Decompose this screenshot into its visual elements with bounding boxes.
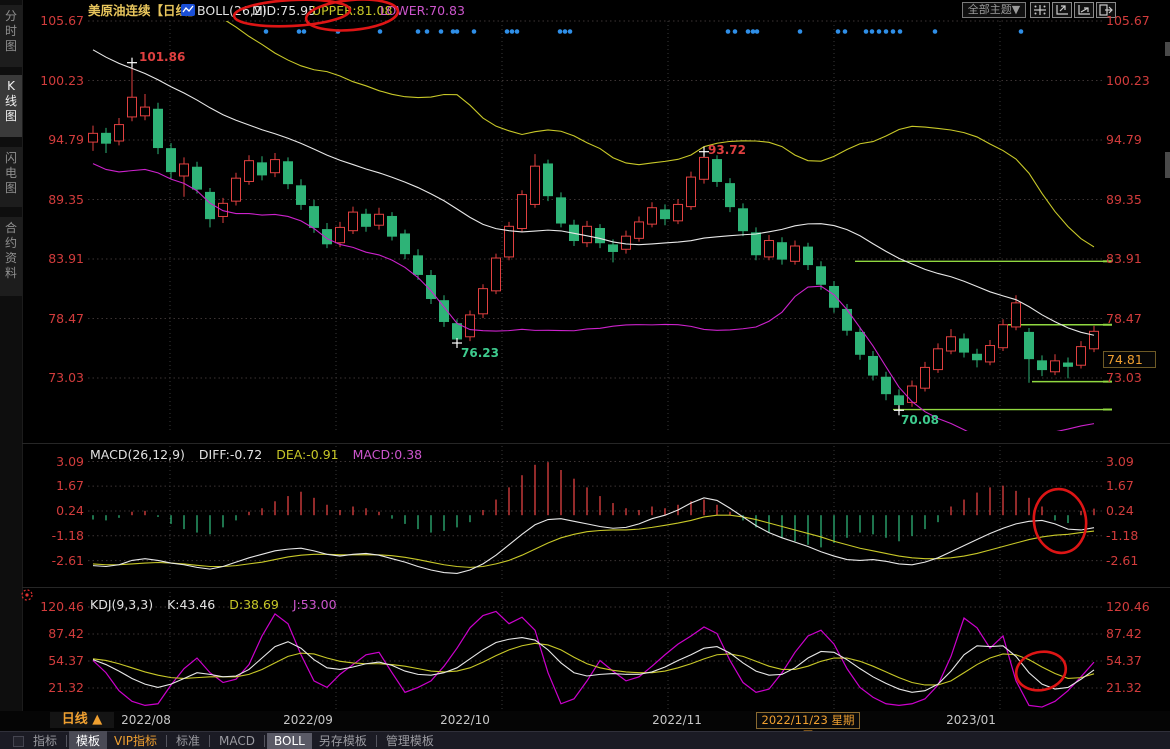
toolbar-tab-indicators[interactable]: 指标 xyxy=(26,731,64,749)
kdj-title[interactable]: KDJ(9,3,3) xyxy=(90,597,153,612)
low-price-label: 70.08 xyxy=(901,413,939,427)
macd-axis-label: -1.18 xyxy=(28,528,84,544)
kdj-header: KDJ(9,3,3) K:43.46 D:38.69 J:53.00 xyxy=(90,597,347,612)
price-axis-label: 94.79 xyxy=(1106,132,1142,148)
theme-dropdown-button[interactable]: 全部主题▼ xyxy=(962,2,1026,18)
period-dropdown-button[interactable]: 日线 ▲ xyxy=(50,712,114,728)
macd-axis-label: 3.09 xyxy=(1106,454,1134,470)
kdj-axis-label: 21.32 xyxy=(1106,680,1142,696)
macd-axis-label: -1.18 xyxy=(1106,528,1138,544)
price-axis-label: 78.47 xyxy=(1106,311,1142,327)
toolbar-tab-templates[interactable]: 模板 xyxy=(69,731,107,749)
sidebar-tab-flash-chart[interactable]: 闪电图 xyxy=(0,147,22,207)
macd-title[interactable]: MACD(26,12,9) xyxy=(90,447,185,462)
low-price-label: 76.23 xyxy=(461,346,499,360)
price-axis-label: 105.67 xyxy=(1106,13,1150,29)
sidebar: 分时图 K线图 闪电图 合约资料 xyxy=(0,0,23,749)
toolbar-separator xyxy=(66,735,67,747)
kdj-axis-label: 21.32 xyxy=(28,680,84,696)
macd-axis-label: 0.24 xyxy=(1106,503,1134,519)
price-axis-label: 94.79 xyxy=(28,132,84,148)
scrollbar-thumb[interactable] xyxy=(1165,42,1170,56)
macd-axis-label: 0.24 xyxy=(28,503,84,519)
sidebar-tab-kline-chart[interactable]: K线图 xyxy=(0,75,22,137)
price-axis-label: 83.91 xyxy=(1106,251,1142,267)
boll-lower-value: LOWER:70.83 xyxy=(380,3,465,18)
price-axis-label: 105.67 xyxy=(28,13,84,29)
macd-axis-label: -2.61 xyxy=(1106,553,1138,569)
macd-axis-label: 3.09 xyxy=(28,454,84,470)
price-axis-label: 89.35 xyxy=(28,192,84,208)
panel-divider xyxy=(22,587,1170,588)
scale-right-icon[interactable] xyxy=(1074,2,1094,18)
price-axis-label: 73.03 xyxy=(28,370,84,386)
kdj-k-value: K:43.46 xyxy=(167,597,215,612)
compress-icon[interactable] xyxy=(1030,2,1050,18)
price-axis-label: 89.35 xyxy=(1106,192,1142,208)
toolbar-tab-save-template[interactable]: 另存模板 xyxy=(312,731,374,749)
current-price-badge: 74.81 xyxy=(1103,351,1156,368)
toolbar-separator xyxy=(166,735,167,747)
time-axis-label: 2023/01 xyxy=(931,713,1011,727)
kdj-axis-label: 87.42 xyxy=(1106,626,1142,642)
kdj-d-value: D:38.69 xyxy=(229,597,279,612)
crosshair-date-badge: 2022/11/23 星期三 xyxy=(756,712,860,729)
macd-axis-label: 1.67 xyxy=(28,478,84,494)
toolbar-tab-standard[interactable]: 标准 xyxy=(169,731,207,749)
scale-up-icon[interactable] xyxy=(1052,2,1072,18)
price-axis-label: 78.47 xyxy=(28,311,84,327)
toolbar-tab-macd[interactable]: MACD xyxy=(212,733,262,749)
scrollbar-thumb[interactable] xyxy=(1165,152,1170,178)
bottom-toolbar: 指标 模板 VIP指标 标准 MACD BOLL 另存模板 管理模板 xyxy=(0,731,1170,749)
price-axis-label: 100.23 xyxy=(1106,73,1150,89)
price-axis-label: 73.03 xyxy=(1106,370,1142,386)
mini-chart-icon xyxy=(181,4,195,19)
time-axis-label: 2022/09 xyxy=(268,713,348,727)
time-axis: 日线 ▲ 2022/08 2022/09 2022/10 2022/11 202… xyxy=(0,711,1170,732)
kdj-axis-label: 87.42 xyxy=(28,626,84,642)
macd-axis-label: -2.61 xyxy=(28,553,84,569)
kdj-axis-label: 54.37 xyxy=(28,653,84,669)
macd-axis-label: 1.67 xyxy=(1106,478,1134,494)
toolbar-tab-manage-templates[interactable]: 管理模板 xyxy=(379,731,441,749)
time-axis-label: 2022/11 xyxy=(637,713,717,727)
macd-dea-value: DEA:-0.91 xyxy=(276,447,338,462)
sidebar-tab-time-chart[interactable]: 分时图 xyxy=(0,5,22,67)
boll-mid-value: MID:75.95 xyxy=(252,3,316,18)
sidebar-tab-contract-info[interactable]: 合约资料 xyxy=(0,217,22,296)
macd-header: MACD(26,12,9) DIFF:-0.72 DEA:-0.91 MACD:… xyxy=(90,447,432,462)
main-chart-canvas[interactable] xyxy=(0,0,1170,749)
kdj-axis-label: 120.46 xyxy=(1106,599,1150,615)
high-price-label: 93.72 xyxy=(708,143,746,157)
toolbar-separator xyxy=(264,735,265,747)
high-price-label: 101.86 xyxy=(139,50,185,64)
kdj-axis-label: 120.46 xyxy=(28,599,84,615)
toolbar-tab-boll[interactable]: BOLL xyxy=(267,733,312,749)
time-axis-label: 2022/08 xyxy=(106,713,186,727)
toolbar-separator xyxy=(376,735,377,747)
kdj-axis-label: 54.37 xyxy=(1106,653,1142,669)
trading-app-window: 分时图 K线图 闪电图 合约资料 美原油连续【日线】 BOLL(26,2) MI… xyxy=(0,0,1170,749)
price-axis-label: 83.91 xyxy=(28,251,84,267)
toolbar-tab-vip-indicators[interactable]: VIP指标 xyxy=(107,731,164,749)
panel-divider xyxy=(22,443,1170,444)
price-axis-label: 100.23 xyxy=(28,73,84,89)
kdj-j-value: J:53.00 xyxy=(293,597,337,612)
macd-macd-value: MACD:0.38 xyxy=(353,447,423,462)
toolbar-grip[interactable] xyxy=(13,736,24,747)
time-axis-label: 2022/10 xyxy=(425,713,505,727)
toolbar-separator xyxy=(209,735,210,747)
macd-diff-value: DIFF:-0.72 xyxy=(199,447,262,462)
